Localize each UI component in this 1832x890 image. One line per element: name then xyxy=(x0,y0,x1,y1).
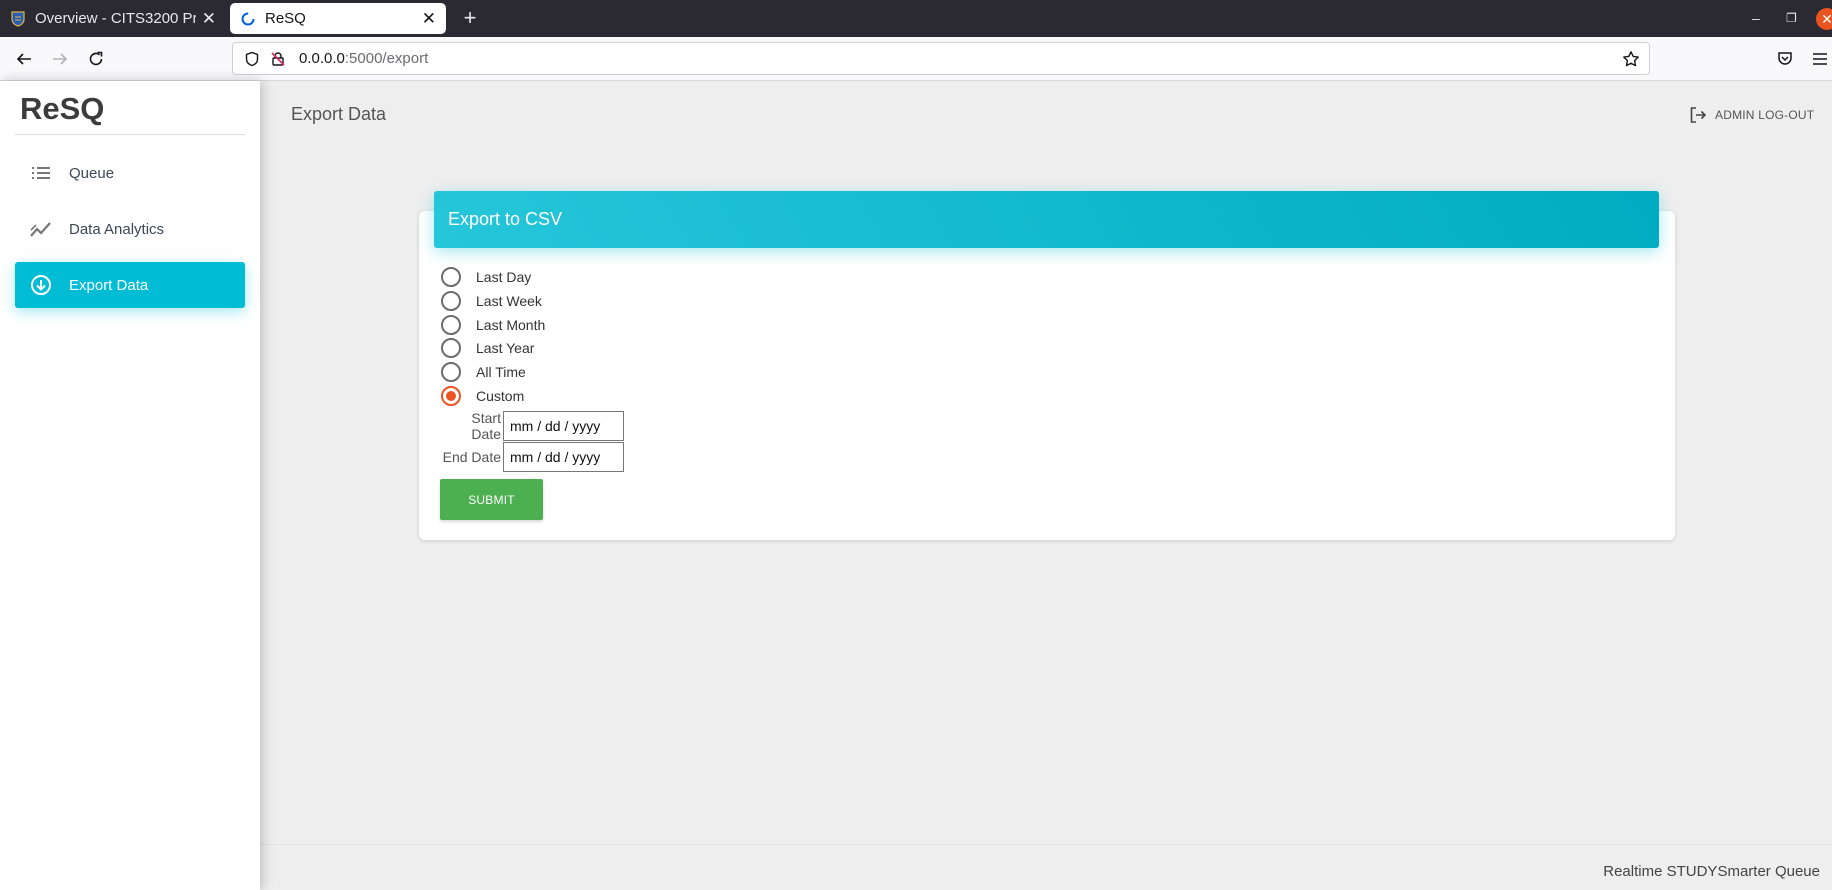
card-title: Export to CSV xyxy=(448,209,563,229)
radio-label: Last Year xyxy=(476,340,535,356)
sidebar-item-label: Export Data xyxy=(69,276,149,294)
export-card xyxy=(419,211,1675,540)
app-logo[interactable]: ReSQ xyxy=(20,91,104,127)
restore-icon[interactable]: ❐ xyxy=(1786,8,1797,28)
close-icon[interactable]: ✕ xyxy=(202,10,216,27)
sidebar-divider xyxy=(15,134,245,135)
close-icon[interactable]: ✕ xyxy=(422,10,436,27)
bookmark-star-icon[interactable] xyxy=(1621,49,1641,69)
hamburger-menu-icon[interactable] xyxy=(1806,45,1832,73)
browser-tab-overview[interactable]: Overview - CITS3200 Proj ✕ xyxy=(0,3,226,34)
download-circle-icon xyxy=(29,273,53,297)
reload-icon[interactable] xyxy=(82,45,110,73)
sidebar: ReSQ Queue Data Analytics Export Data xyxy=(0,81,260,890)
sidebar-item-data-analytics[interactable]: Data Analytics xyxy=(15,206,245,252)
radio-option-custom[interactable]: Custom xyxy=(441,386,524,406)
uwa-crest-icon xyxy=(10,10,26,27)
radio-button[interactable] xyxy=(441,291,461,311)
radio-option-last-year[interactable]: Last Year xyxy=(441,338,534,358)
url-text[interactable]: 0.0.0.0:5000/export xyxy=(299,50,428,67)
radio-option-last-month[interactable]: Last Month xyxy=(441,315,545,335)
resq-loader-icon xyxy=(240,11,256,27)
admin-logout-button[interactable]: ADMIN LOG-OUT xyxy=(1689,106,1814,124)
radio-label: All Time xyxy=(476,364,526,380)
trending-icon xyxy=(29,217,53,241)
submit-button[interactable]: SUBMIT xyxy=(440,479,543,520)
footer-text: Realtime STUDYSmarter Queue xyxy=(1603,863,1820,880)
radio-option-all-time[interactable]: All Time xyxy=(441,362,526,382)
url-host: 0.0.0.0 xyxy=(299,50,345,67)
url-path: :5000/export xyxy=(344,50,429,67)
footer-divider xyxy=(260,844,1832,845)
window-close-icon[interactable]: ✕ xyxy=(1816,8,1832,30)
radio-label: Custom xyxy=(476,388,525,404)
radio-button[interactable] xyxy=(441,315,461,335)
radio-button[interactable] xyxy=(441,362,461,382)
insecure-lock-icon[interactable] xyxy=(269,50,287,68)
start-date-row: Start Date mm / dd / yyyy xyxy=(438,410,624,442)
radio-option-last-day[interactable]: Last Day xyxy=(441,267,531,287)
logout-icon xyxy=(1689,106,1707,124)
tab-title: Overview - CITS3200 Proj xyxy=(35,10,196,27)
radio-button[interactable] xyxy=(441,338,461,358)
sidebar-item-label: Queue xyxy=(69,164,115,182)
radio-button-checked[interactable] xyxy=(441,386,461,406)
sidebar-item-export-data[interactable]: Export Data xyxy=(15,262,245,308)
sidebar-item-label: Data Analytics xyxy=(69,220,165,238)
shield-icon[interactable] xyxy=(243,50,261,68)
end-date-label: End Date xyxy=(442,449,501,465)
tab-title: ReSQ xyxy=(265,10,306,27)
start-date-label: Start Date xyxy=(471,410,501,442)
url-bar[interactable]: 0.0.0.0:5000/export xyxy=(232,42,1650,75)
radio-option-last-week[interactable]: Last Week xyxy=(441,291,542,311)
radio-button[interactable] xyxy=(441,267,461,287)
pocket-icon[interactable] xyxy=(1771,45,1799,73)
radio-label: Last Month xyxy=(476,317,546,333)
end-date-row: End Date mm / dd / yyyy xyxy=(438,442,624,472)
sidebar-item-queue[interactable]: Queue xyxy=(15,150,245,196)
list-icon xyxy=(29,161,53,185)
browser-nav-bar: 0.0.0.0:5000/export xyxy=(0,37,1832,81)
radio-label: Last Day xyxy=(476,269,532,285)
browser-tab-resq[interactable]: ReSQ ✕ xyxy=(230,3,446,34)
page-title: Export Data xyxy=(291,104,387,124)
logout-label: ADMIN LOG-OUT xyxy=(1715,108,1815,122)
back-icon[interactable] xyxy=(10,45,38,73)
card-header: Export to CSV xyxy=(434,191,1659,248)
forward-icon[interactable] xyxy=(46,45,74,73)
end-date-input[interactable]: mm / dd / yyyy xyxy=(503,442,624,472)
browser-tab-bar: Overview - CITS3200 Proj ✕ ReSQ ✕ + – ❐ … xyxy=(0,0,1832,37)
minimize-icon[interactable]: – xyxy=(1752,8,1760,28)
new-tab-button[interactable]: + xyxy=(458,6,482,30)
radio-label: Last Week xyxy=(476,293,542,309)
start-date-input[interactable]: mm / dd / yyyy xyxy=(503,411,624,441)
